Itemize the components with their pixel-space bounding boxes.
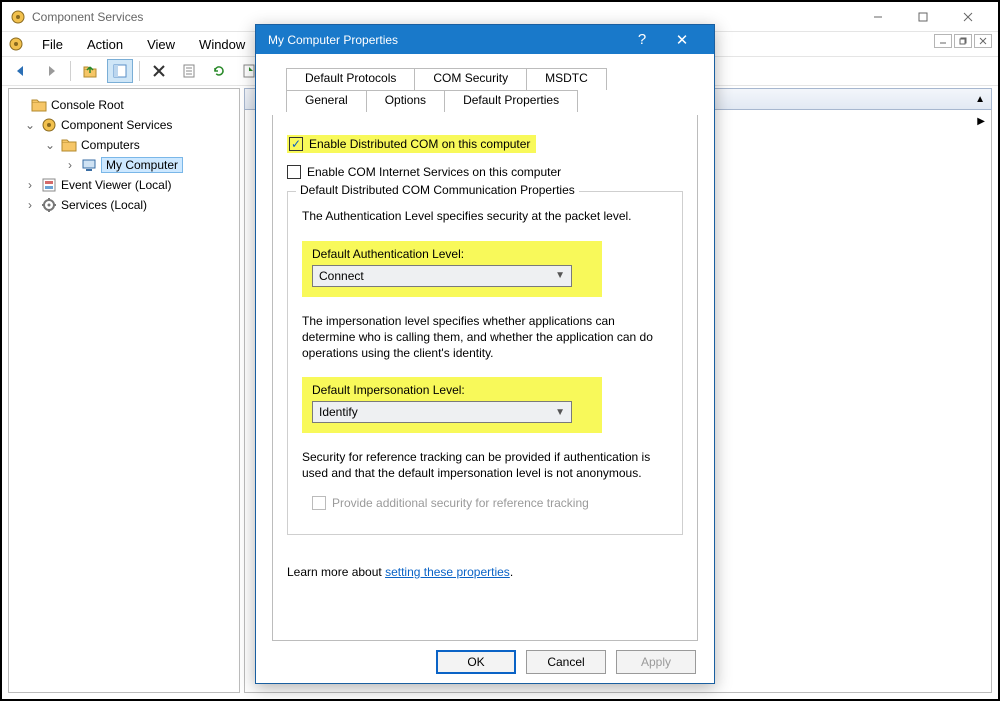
tab-default-properties[interactable]: Default Properties [445,90,578,112]
expand-icon[interactable]: › [23,178,37,192]
sec-description: Security for reference tracking can be p… [302,449,668,481]
tree-label: Services (Local) [61,198,147,212]
dialog-title: My Computer Properties [268,33,622,47]
menu-action[interactable]: Action [77,35,133,54]
imp-level-combo[interactable]: Identify ▼ [312,401,572,423]
properties-button[interactable] [176,59,202,83]
scroll-up-icon[interactable]: ▲ [975,94,985,105]
up-level-button[interactable] [77,59,103,83]
scroll-right-icon[interactable]: ▶ [977,116,985,127]
tree-label: My Computer [101,157,183,173]
ok-button[interactable]: OK [436,650,516,674]
delete-button[interactable] [146,59,172,83]
app-icon [10,9,26,25]
menu-window[interactable]: Window [189,35,255,54]
tab-default-protocols[interactable]: Default Protocols [286,68,415,90]
dialog-close-button[interactable]: ✕ [662,31,702,49]
toolbar-separator [139,61,140,81]
mdi-minimize[interactable] [934,34,952,48]
mdi-controls [934,34,992,48]
close-button[interactable] [945,3,990,31]
tree-label: Component Services [61,118,172,132]
group-legend: Default Distributed COM Communication Pr… [296,183,579,197]
dialog-titlebar[interactable]: My Computer Properties ? ✕ [256,25,714,54]
expand-icon[interactable]: › [63,158,77,172]
mdi-restore[interactable] [954,34,972,48]
imp-level-block: Default Impersonation Level: Identify ▼ [302,377,602,433]
checkbox-label: Enable Distributed COM on this computer [309,137,530,151]
group-dcom-properties: Default Distributed COM Communication Pr… [287,191,683,534]
tab-strip: Default Protocols COM Security MSDTC Gen… [272,68,698,116]
dialog-body: Default Protocols COM Security MSDTC Gen… [256,54,714,641]
tab-options[interactable]: Options [367,90,445,112]
tree-pane[interactable]: Console Root ⌄ Component Services ⌄ Comp… [8,88,240,693]
auth-level-combo[interactable]: Connect ▼ [312,265,572,287]
tree-label: Computers [81,138,140,152]
tab-general[interactable]: General [286,90,367,112]
checkbox-ref-tracking [312,496,326,510]
imp-description: The impersonation level specifies whethe… [302,313,668,362]
menubar-app-icon [8,36,24,52]
cancel-button[interactable]: Cancel [526,650,606,674]
folder-icon [31,97,47,113]
tree-component-services[interactable]: ⌄ Component Services [9,115,239,135]
combo-value: Identify [319,405,358,419]
computer-icon [81,157,97,173]
tree-my-computer[interactable]: › My Computer [9,155,239,175]
help-button[interactable]: ? [622,31,662,48]
tab-panel-default-properties: Enable Distributed COM on this computer … [272,115,698,641]
auth-description: The Authentication Level specifies secur… [302,208,668,224]
expand-icon[interactable]: › [23,198,37,212]
menu-view[interactable]: View [137,35,185,54]
tree-label: Event Viewer (Local) [61,178,172,192]
nav-forward-button[interactable] [38,59,64,83]
maximize-button[interactable] [900,3,945,31]
component-services-icon [41,117,57,133]
learn-prefix: Learn more about [287,565,385,579]
apply-button: Apply [616,650,696,674]
auth-level-label: Default Authentication Level: [312,247,586,261]
minimize-button[interactable] [855,3,900,31]
checkbox-enable-cis-row: Enable COM Internet Services on this com… [287,161,683,183]
tab-msdtc[interactable]: MSDTC [527,68,607,90]
learn-more: Learn more about setting these propertie… [287,565,683,579]
tree-label: Console Root [51,98,124,112]
toolbar-separator [70,61,71,81]
checkbox-enable-cis[interactable] [287,165,301,179]
checkbox-enable-dcom[interactable] [289,137,303,151]
tree-services[interactable]: › Services (Local) [9,195,239,215]
combo-value: Connect [319,269,364,283]
auth-level-block: Default Authentication Level: Connect ▼ [302,241,602,297]
checkbox-enable-dcom-row: Enable Distributed COM on this computer [287,133,683,155]
dialog-button-row: OK Cancel Apply [256,641,714,683]
checkbox-label: Provide additional security for referenc… [332,496,589,510]
imp-level-label: Default Impersonation Level: [312,383,586,397]
mdi-close[interactable] [974,34,992,48]
show-tree-button[interactable] [107,59,133,83]
tree-root[interactable]: Console Root [9,95,239,115]
checkbox-label: Enable COM Internet Services on this com… [307,165,561,179]
collapse-icon[interactable]: ⌄ [43,138,57,152]
collapse-icon[interactable]: ⌄ [23,118,37,132]
learn-more-link[interactable]: setting these properties [385,565,510,579]
checkbox-ref-tracking-row: Provide additional security for referenc… [302,492,668,514]
refresh-button[interactable] [206,59,232,83]
chevron-down-icon: ▼ [555,270,565,281]
services-icon [41,197,57,213]
my-computer-properties-dialog: My Computer Properties ? ✕ Default Proto… [255,24,715,684]
nav-back-button[interactable] [8,59,34,83]
tree-event-viewer[interactable]: › Event Viewer (Local) [9,175,239,195]
chevron-down-icon: ▼ [555,407,565,418]
event-viewer-icon [41,177,57,193]
main-title: Component Services [32,10,855,24]
tree-computers[interactable]: ⌄ Computers [9,135,239,155]
menu-file[interactable]: File [32,35,73,54]
tab-com-security[interactable]: COM Security [415,68,527,90]
folder-icon [61,137,77,153]
